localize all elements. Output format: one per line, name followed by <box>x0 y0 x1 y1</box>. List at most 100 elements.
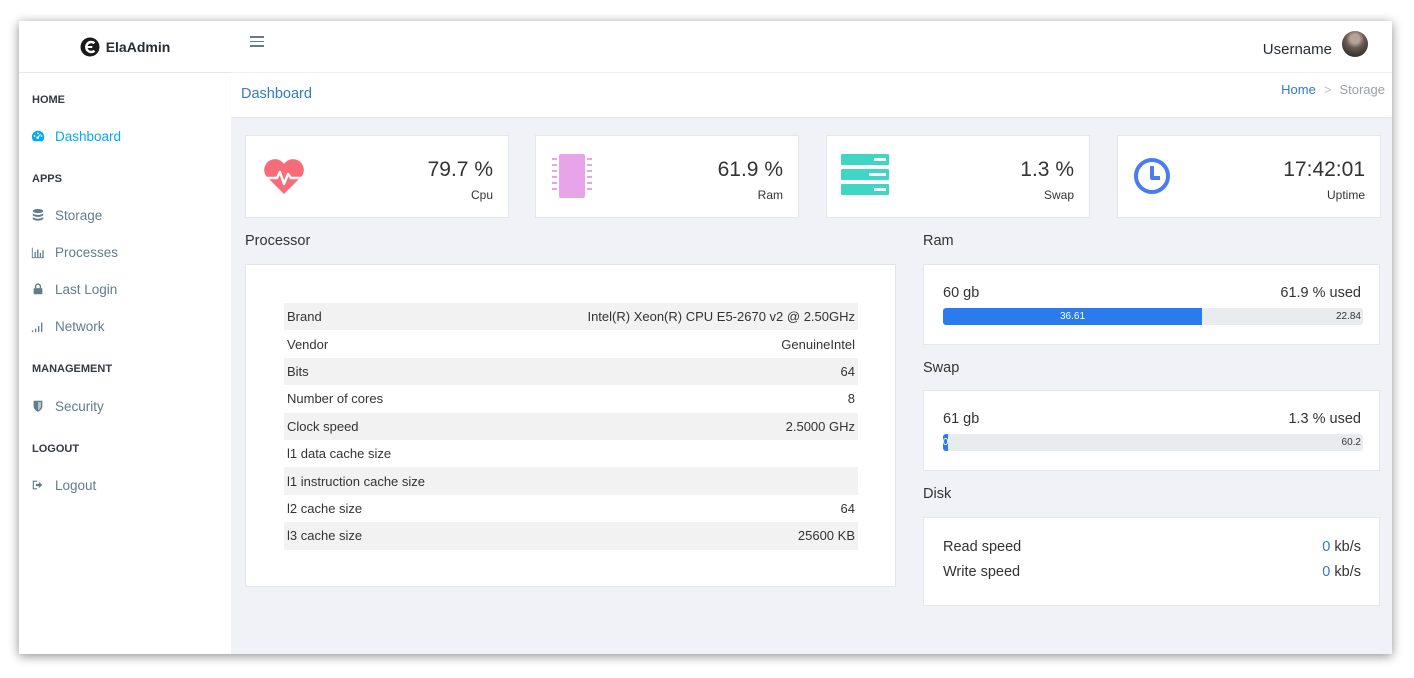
sidebar-heading-home: HOME <box>32 94 65 106</box>
disk-panel: Read speed 0 kb/s Write speed 0 kb/s <box>923 517 1380 606</box>
stat-label: Ram <box>757 188 783 202</box>
server-icon <box>841 154 889 195</box>
processor-field-label: Bits <box>284 357 482 386</box>
processor-field-label: Clock speed <box>284 412 482 440</box>
stat-card-cpu: 79.7 % Cpu <box>245 135 509 218</box>
ela-logo-icon <box>80 37 100 56</box>
clock-icon <box>1134 158 1170 194</box>
lock-icon <box>33 283 43 295</box>
chip-icon <box>552 154 592 198</box>
username-label[interactable]: Username <box>1263 41 1332 58</box>
processor-field-value: Intel(R) Xeon(R) CPU E5-2670 v2 @ 2.50GH… <box>481 303 858 331</box>
sidebar-item-network[interactable]: Network <box>31 316 105 336</box>
dashboard-icon <box>31 130 45 142</box>
swap-panel: 61 gb 1.3 % used 0 60.2 <box>923 390 1380 471</box>
sidebar-item-security[interactable]: Security <box>31 396 104 416</box>
disk-read-row: Read speed 0 kb/s <box>943 539 1361 559</box>
sidebar-item-processes[interactable]: Processes <box>31 242 118 262</box>
processor-field-value: 8 <box>847 391 855 407</box>
stat-value: 61.9 % <box>717 158 783 181</box>
table-row: l3 cache size 25600 KB <box>284 522 858 550</box>
processor-heading: Processor <box>245 233 311 249</box>
menu-toggle-icon[interactable] <box>250 36 264 50</box>
swap-used-percent: 1.3 % used <box>1288 411 1361 427</box>
sidebar-item-label: Logout <box>55 477 97 493</box>
table-row: Vendor GenuineIntel <box>284 330 858 357</box>
sidebar-item-label: Processes <box>55 244 119 260</box>
processor-field-value <box>481 467 858 495</box>
processor-field-label: l2 cache size <box>287 500 363 516</box>
processor-field-label: Brand <box>284 303 482 331</box>
sidebar-heading-apps: APPS <box>32 173 62 185</box>
table-row: Brand Intel(R) Xeon(R) CPU E5-2670 v2 @ 2… <box>284 303 858 331</box>
processor-field-value: GenuineIntel <box>781 336 855 352</box>
ram-progress-free: 22.84 <box>1335 311 1361 322</box>
stat-value: 17:42:01 <box>1283 158 1365 181</box>
sidebar-item-label: Network <box>55 318 105 334</box>
stat-card-uptime: 17:42:01 Uptime <box>1117 135 1381 218</box>
ram-progress-bar: 36.61 22.84 <box>943 308 1363 325</box>
write-speed-value: 0 kb/s <box>1322 564 1361 580</box>
sidebar-item-last-login[interactable]: Last Login <box>31 279 117 299</box>
sidebar-item-storage[interactable]: Storage <box>31 205 102 225</box>
processor-field-value: 64 <box>840 500 855 516</box>
ram-heading: Ram <box>923 233 954 249</box>
ram-progress-used: 36.61 <box>943 308 1202 325</box>
stat-label: Cpu <box>470 188 493 202</box>
sidebar-item-logout[interactable]: Logout <box>31 475 96 495</box>
ram-total: 60 gb <box>943 285 980 301</box>
table-row: l1 data cache size <box>284 440 858 467</box>
table-row: Bits 64 <box>284 357 858 386</box>
stat-card-swap: 1.3 % Swap <box>826 135 1090 218</box>
app-window: ElaAdmin HOME Dashboard APPS Storage Pro… <box>19 21 1392 654</box>
swap-progress-bar: 0 60.2 <box>943 434 1363 451</box>
brand-name: ElaAdmin <box>105 38 171 55</box>
top-header: Username <box>231 21 1392 73</box>
processor-field-value: 2.5000 GHz <box>481 412 858 440</box>
stat-value: 79.7 % <box>427 158 493 181</box>
breadcrumb-home-link[interactable]: Home <box>1281 82 1316 97</box>
disk-write-row: Write speed 0 kb/s <box>943 564 1361 584</box>
processor-field-label: Number of cores <box>287 391 384 407</box>
breadcrumb-current: Storage <box>1339 82 1385 97</box>
brand-logo[interactable]: ElaAdmin <box>19 21 231 73</box>
sidebar-heading-management: MANAGEMENT <box>32 363 113 375</box>
sidebar: ElaAdmin HOME Dashboard APPS Storage Pro… <box>19 21 231 654</box>
sidebar-item-dashboard[interactable]: Dashboard <box>31 126 121 146</box>
processor-panel: Brand Intel(R) Xeon(R) CPU E5-2670 v2 @ 2… <box>245 264 896 587</box>
stat-label: Uptime <box>1326 188 1365 202</box>
sidebar-item-label: Dashboard <box>55 128 122 144</box>
table-row: l1 instruction cache size <box>284 467 858 495</box>
database-icon <box>32 209 44 221</box>
processor-field-label: l1 instruction cache size <box>284 467 482 495</box>
stat-value: 1.3 % <box>1020 158 1074 181</box>
breadcrumb-bar: Dashboard Home > Storage <box>231 73 1392 117</box>
write-speed-label: Write speed <box>943 564 1021 580</box>
disk-heading: Disk <box>923 486 952 502</box>
breadcrumb: Home > Storage <box>1281 82 1385 97</box>
stat-card-ram: 61.9 % Ram <box>535 135 799 218</box>
ram-panel: 60 gb 61.9 % used 36.61 22.84 <box>923 264 1380 345</box>
processor-table: Brand Intel(R) Xeon(R) CPU E5-2670 v2 @ 2… <box>284 303 858 550</box>
sidebar-heading-logout: LOGOUT <box>32 443 80 455</box>
processor-field-value: 64 <box>481 357 858 386</box>
table-row: l2 cache size 64 <box>284 495 858 522</box>
shield-icon <box>33 400 43 412</box>
stat-label: Swap <box>1043 188 1074 202</box>
heartbeat-icon <box>264 159 304 194</box>
sidebar-item-label: Storage <box>55 207 103 223</box>
processor-field-value: 25600 KB <box>481 522 858 550</box>
ram-used-percent: 61.9 % used <box>1280 285 1361 301</box>
swap-total: 61 gb <box>943 411 980 427</box>
breadcrumb-separator: > <box>1323 82 1332 97</box>
user-avatar[interactable] <box>1342 31 1368 57</box>
processor-field-label: l3 cache size <box>284 522 482 550</box>
table-row: Clock speed 2.5000 GHz <box>284 412 858 440</box>
signal-icon <box>31 322 43 333</box>
sidebar-item-label: Security <box>55 398 104 414</box>
read-speed-label: Read speed <box>943 539 1022 555</box>
swap-heading: Swap <box>923 360 960 376</box>
table-row: Number of cores 8 <box>284 385 858 412</box>
page-title: Dashboard <box>241 86 312 102</box>
processor-field-value <box>482 440 858 467</box>
